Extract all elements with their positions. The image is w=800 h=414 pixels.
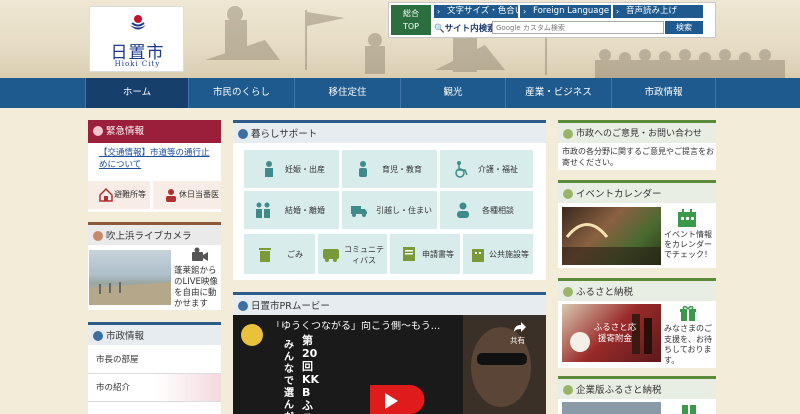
consultant-icon	[457, 202, 469, 218]
site-search-label: 🔍サイト内検索	[434, 24, 496, 34]
event-description: イベント情報をカレンダーでチェック！	[664, 230, 712, 259]
pregnant-woman-icon	[265, 161, 273, 177]
shelter-tile[interactable]: 避難所等	[88, 181, 150, 209]
site-logo[interactable]: 日置市 Hioki City	[89, 6, 184, 72]
trash-icon	[259, 248, 271, 262]
tile-moving-housing[interactable]: 引越し・住まい	[342, 191, 437, 229]
chevron-right-icon: ›	[616, 7, 620, 16]
foreign-language-button[interactable]: › Foreign Language	[520, 5, 611, 18]
gift-icon	[680, 305, 696, 321]
city-intro-link[interactable]: 市の紹介	[88, 374, 221, 402]
search-button[interactable]: 検索	[665, 21, 703, 34]
municipal-heading: 市政情報	[88, 322, 221, 345]
tile-public-facilities[interactable]: 公共施設等	[463, 234, 533, 274]
nav-municipal[interactable]: 市政情報	[611, 78, 716, 108]
corporate-furusato-heading[interactable]: 企業版ふるさと納税	[558, 376, 716, 399]
bullet-icon	[93, 126, 103, 136]
corporate-furusato-photo[interactable]	[562, 402, 661, 414]
bullet-icon	[563, 385, 573, 395]
holiday-doctor-tile[interactable]: 休日当番医	[153, 181, 221, 209]
top-label: TOP	[402, 22, 419, 31]
contact-heading[interactable]: 市政へのご意見・お問い合わせ	[558, 120, 716, 143]
tile-consultation[interactable]: 各種相談	[440, 191, 533, 229]
wheelchair-icon	[455, 161, 468, 178]
shelter-house-icon	[99, 187, 113, 202]
contact-description: 市政の各分野に関するご意見やご提言をお寄せください。	[562, 147, 714, 167]
calendar-icon	[678, 209, 696, 227]
city-emblem-icon	[130, 15, 146, 30]
life-support-heading: 暮らしサポート	[233, 120, 546, 143]
tile-nursing-welfare[interactable]: 介護・福祉	[440, 150, 533, 188]
sogo-top-button[interactable]: 総合 TOP	[391, 5, 431, 35]
traffic-info-link[interactable]: 【交通情報】市道等の通行止めについて	[99, 147, 217, 171]
video-title: 「ゆうくつながる」向こう側〜もう...	[271, 321, 441, 332]
nav-living[interactable]: 市民のくらし	[188, 78, 294, 108]
event-photo[interactable]	[562, 207, 661, 265]
bullet-icon	[238, 301, 248, 311]
document-icon	[403, 247, 415, 261]
share-icon[interactable]	[513, 321, 527, 333]
beach-camera-photo[interactable]	[89, 250, 171, 305]
furusato-description: みなさまのご支援を、お待ちしております。	[664, 324, 712, 365]
text-to-speech-button[interactable]: › 音声読み上げ	[613, 5, 703, 18]
nav-tourism[interactable]: 観光	[400, 78, 505, 108]
search-input[interactable]	[492, 21, 664, 34]
logo-city-name-en: Hioki City	[114, 60, 161, 68]
nav-home[interactable]: ホーム	[85, 78, 188, 108]
furusato-photo-text: ふるさと応援寄附金	[593, 323, 637, 344]
bus-icon	[323, 249, 339, 262]
live-camera-heading: 吹上浜ライブカメラ	[88, 222, 221, 245]
couple-icon	[256, 202, 270, 218]
chevron-right-icon: ›	[523, 7, 527, 16]
gift-icon	[682, 405, 696, 414]
tile-community-bus[interactable]: コミュニティバス	[318, 234, 387, 274]
nav-business[interactable]: 産業・ビジネス	[505, 78, 611, 108]
tile-pregnancy[interactable]: 妊娠・出産	[244, 150, 339, 188]
tile-marriage-divorce[interactable]: 結婚・離婚	[244, 191, 339, 229]
emergency-heading: 緊急情報	[88, 120, 221, 143]
text-size-color-button[interactable]: › 文字サイズ・色合い	[434, 5, 518, 18]
share-label: 共有	[510, 336, 525, 345]
tile-application-forms[interactable]: 申請書等	[390, 234, 460, 274]
event-heading[interactable]: イベントカレンダー	[558, 180, 716, 203]
video-vertical-text-2: みんなで選んだで	[284, 340, 294, 414]
bullet-icon	[563, 189, 573, 199]
tile-childcare[interactable]: 育児・教育	[342, 150, 437, 188]
sogo-label: 総合	[403, 9, 419, 18]
bullet-icon	[563, 129, 573, 139]
child-icon	[359, 161, 367, 177]
bullet-icon	[563, 287, 573, 297]
bullet-icon	[238, 129, 248, 139]
pr-movie-heading: 日置市PRムービー	[233, 292, 546, 315]
live-camera-description: 蓬莱館からのLIVE映像を自由に動かせます	[174, 266, 218, 309]
furusato-heading[interactable]: ふるさと納税	[558, 278, 716, 301]
video-vertical-text: 第20回KKBふる	[302, 334, 320, 414]
bullet-icon	[93, 231, 103, 241]
chevron-right-icon: ›	[437, 7, 441, 16]
moving-truck-icon	[351, 206, 367, 217]
mayor-room-link[interactable]: 市長の部屋	[88, 346, 221, 374]
video-camera-icon	[192, 247, 208, 261]
nav-relocation[interactable]: 移住定住	[294, 78, 400, 108]
search-icon: 🔍	[434, 24, 445, 34]
bullet-icon	[93, 331, 103, 341]
building-icon	[472, 249, 484, 262]
doctor-icon	[166, 189, 176, 202]
tile-garbage[interactable]: ごみ	[244, 234, 315, 274]
